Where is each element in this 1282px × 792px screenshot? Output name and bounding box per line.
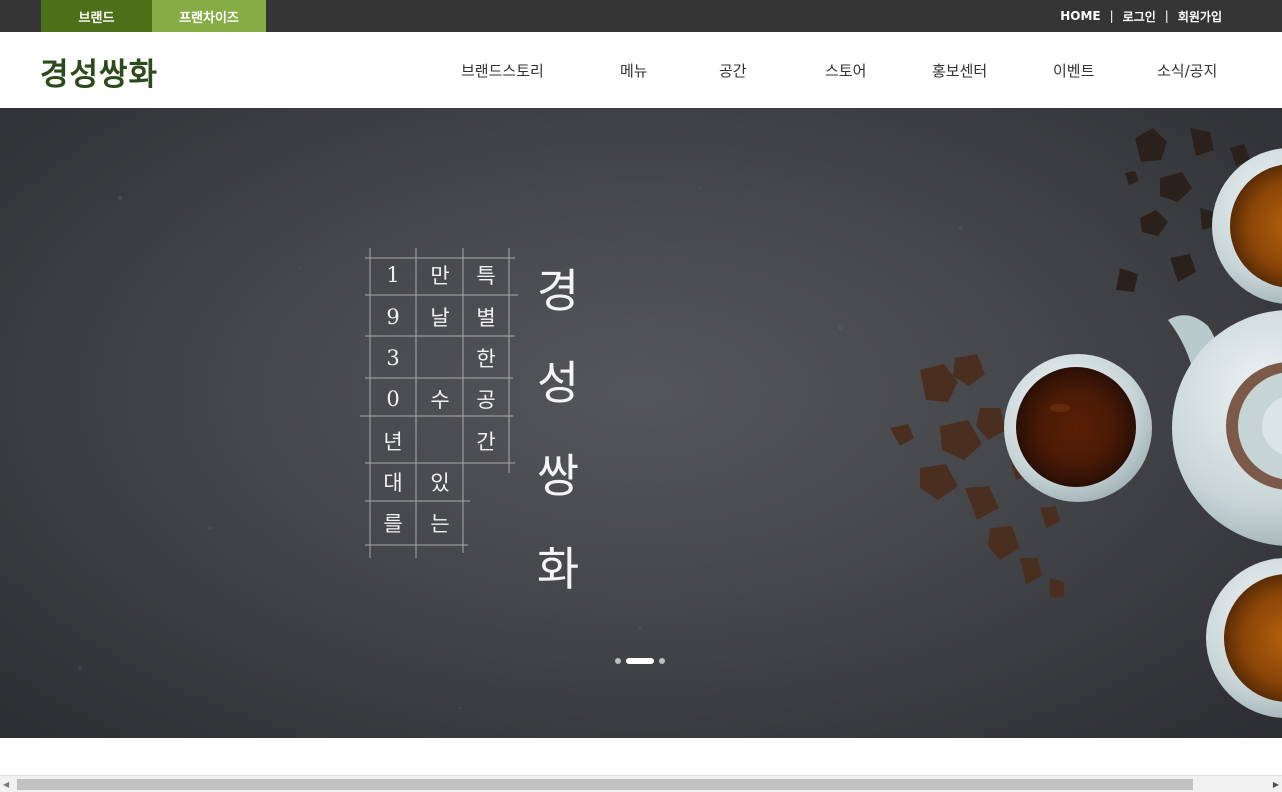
- signup-link[interactable]: 회원가입: [1178, 8, 1222, 25]
- tea-background-image: [78, 128, 1282, 718]
- poem-char: 수: [430, 388, 450, 412]
- slide-dot[interactable]: [659, 658, 665, 664]
- top-utility-bar: 브랜드 프랜차이즈 HOME | 로그인 | 회원가입: [0, 0, 1282, 32]
- teapot: [1168, 310, 1282, 546]
- site-header: 경성쌍화 브랜드스토리 메뉴 공간 스토어 홍보센터 이벤트 소식/공지: [0, 32, 1282, 108]
- nav-item-news[interactable]: 소식/공지: [1157, 32, 1217, 108]
- separator: |: [1109, 9, 1114, 23]
- poem-char: 9: [386, 305, 400, 329]
- nav-item-store[interactable]: 스토어: [825, 32, 866, 108]
- nav-item-event[interactable]: 이벤트: [1053, 32, 1094, 108]
- utility-links: HOME | 로그인 | 회원가입: [1060, 0, 1222, 32]
- tea-cup-bottom: [1206, 558, 1282, 718]
- stone-speckles: [78, 186, 962, 710]
- login-link[interactable]: 로그인: [1123, 8, 1156, 25]
- poem-char: 대: [383, 471, 403, 495]
- poem-char: 는: [430, 512, 450, 536]
- poem-char: 특: [476, 264, 496, 288]
- poem-char: 공: [476, 388, 496, 412]
- scroll-left-arrow-icon[interactable]: ◀: [3, 780, 9, 789]
- poem-char: 간: [476, 430, 496, 454]
- slide-dot-active[interactable]: [626, 658, 654, 664]
- hero-title-char: 쌍: [536, 449, 580, 503]
- hero-title-char: 경: [536, 264, 580, 318]
- site-logo[interactable]: 경성쌍화: [40, 49, 158, 94]
- hero-slider: 1 9 3 0 년 대 를 만 날 수 있 는 특 별 한 공 간 경 성 쌍 …: [0, 108, 1282, 738]
- hero-title-char: 성: [536, 356, 580, 410]
- nav-item-brand-story[interactable]: 브랜드스토리: [461, 32, 544, 108]
- poem-char: 한: [476, 347, 496, 371]
- horizontal-scrollbar[interactable]: ◀ ▶: [0, 775, 1282, 792]
- tab-franchise[interactable]: 프랜차이즈: [152, 0, 266, 32]
- scrollbar-thumb[interactable]: [17, 779, 1193, 790]
- hero-title-char: 화: [536, 542, 580, 596]
- tea-cup-middle: [1004, 354, 1152, 502]
- poem-char: 0: [386, 387, 400, 411]
- poem-char: 를: [383, 512, 403, 536]
- poem-char: 3: [386, 346, 400, 370]
- tab-brand[interactable]: 브랜드: [41, 0, 152, 32]
- slide-dot[interactable]: [615, 658, 621, 664]
- slider-pagination: [615, 658, 665, 664]
- poem-char: 년: [383, 430, 403, 454]
- separator: |: [1164, 9, 1169, 23]
- home-link[interactable]: HOME: [1060, 9, 1100, 23]
- poem-char: 날: [430, 306, 450, 330]
- poem-char: 별: [476, 306, 496, 330]
- nav-item-menu[interactable]: 메뉴: [620, 32, 648, 108]
- poem-char: 만: [430, 264, 450, 288]
- tea-cup-top: [1212, 148, 1282, 304]
- nav-item-pr-center[interactable]: 홍보센터: [932, 32, 987, 108]
- scroll-right-arrow-icon[interactable]: ▶: [1273, 780, 1279, 789]
- poem-char: 있: [430, 471, 450, 495]
- poem-char: 1: [386, 263, 400, 287]
- nav-item-space[interactable]: 공간: [719, 32, 747, 108]
